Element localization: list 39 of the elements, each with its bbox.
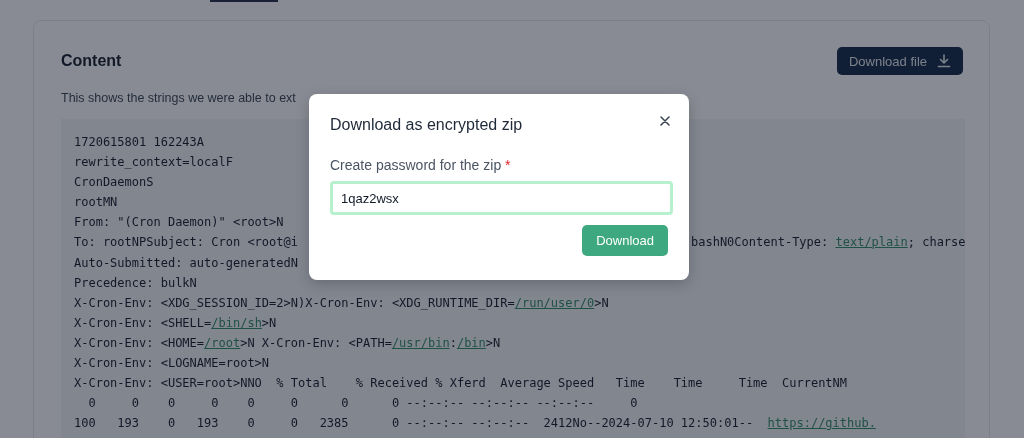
code-text: X-Cron-Env: <LOGNAME=root>N bbox=[74, 355, 270, 373]
code-text: >N X-Cron-Env: <PATH= bbox=[240, 334, 392, 352]
code-text: 100 193 0 193 0 0 2385 0 --:--:-- --:--:-- 2412No--2024-07-10 12:50:01-- bbox=[74, 415, 755, 433]
download-file-button[interactable]: Download file bbox=[836, 47, 963, 75]
code-text: ; charse bbox=[907, 234, 965, 252]
code-text: 1720615801 162243A bbox=[74, 134, 205, 151]
code-text: X-Cron-Env: <SHELL= bbox=[74, 314, 212, 332]
code-text: >N bbox=[261, 314, 277, 332]
code-text: To: rootNPSubject: Cron <root@i bbox=[74, 235, 298, 250]
dialog-title: Download as encrypted zip bbox=[330, 116, 523, 134]
code-text: X-Cron-Env: <HOME= bbox=[74, 334, 205, 352]
path-link[interactable]: /run/user/0 bbox=[514, 292, 595, 313]
code-text: Precedence: bulkN bbox=[74, 274, 197, 292]
description-text: This shows the strings we were able to ext bbox=[61, 91, 297, 105]
required-mark: * bbox=[505, 157, 511, 173]
code-text: rootMN bbox=[74, 194, 118, 212]
download-icon bbox=[937, 54, 951, 68]
code-text: CronDaemonS bbox=[74, 174, 154, 192]
path-link[interactable]: https://github. bbox=[767, 413, 876, 434]
section-title: Content bbox=[61, 52, 122, 70]
code-text: X-Cron-Env: <XDG_SESSION_ID=2>N)X-Cron-Env: <XDG_RUNTIME_DIR= bbox=[74, 294, 515, 312]
code-text: 0 0 0 0 0 0 0 0 --:--:-- --:--:-- --:--:-- 0 bbox=[87, 395, 638, 413]
code-text: From: "(Cron Daemon)" <root>N bbox=[74, 214, 284, 232]
code-text: >N bbox=[485, 334, 501, 352]
password-field[interactable]: 1qaz2wsx bbox=[330, 181, 673, 215]
code-text: rewrite_context=localF bbox=[74, 154, 233, 172]
path-link[interactable]: /bin bbox=[456, 332, 486, 354]
path-link[interactable]: /root bbox=[204, 332, 241, 354]
code-text: bashN0Content-Type: bbox=[691, 234, 830, 252]
path-link[interactable]: /bin/sh bbox=[211, 312, 262, 333]
close-icon[interactable] bbox=[660, 116, 670, 126]
path-link[interactable]: text/plain bbox=[835, 232, 908, 253]
code-text: >N bbox=[594, 294, 609, 312]
path-link[interactable]: /usr/bin bbox=[391, 332, 450, 354]
field-label: Create password for the zip bbox=[330, 157, 502, 173]
code-text: X-Cron-Env: <USER=root>NNO % Total % Received % Xferd Average Speed Time Time Time CurrentNM bbox=[74, 375, 848, 393]
download-button[interactable]: Download bbox=[582, 225, 668, 256]
code-text: Auto-Submitted: auto-generatedN bbox=[74, 254, 298, 272]
code-text: : bbox=[449, 334, 457, 352]
